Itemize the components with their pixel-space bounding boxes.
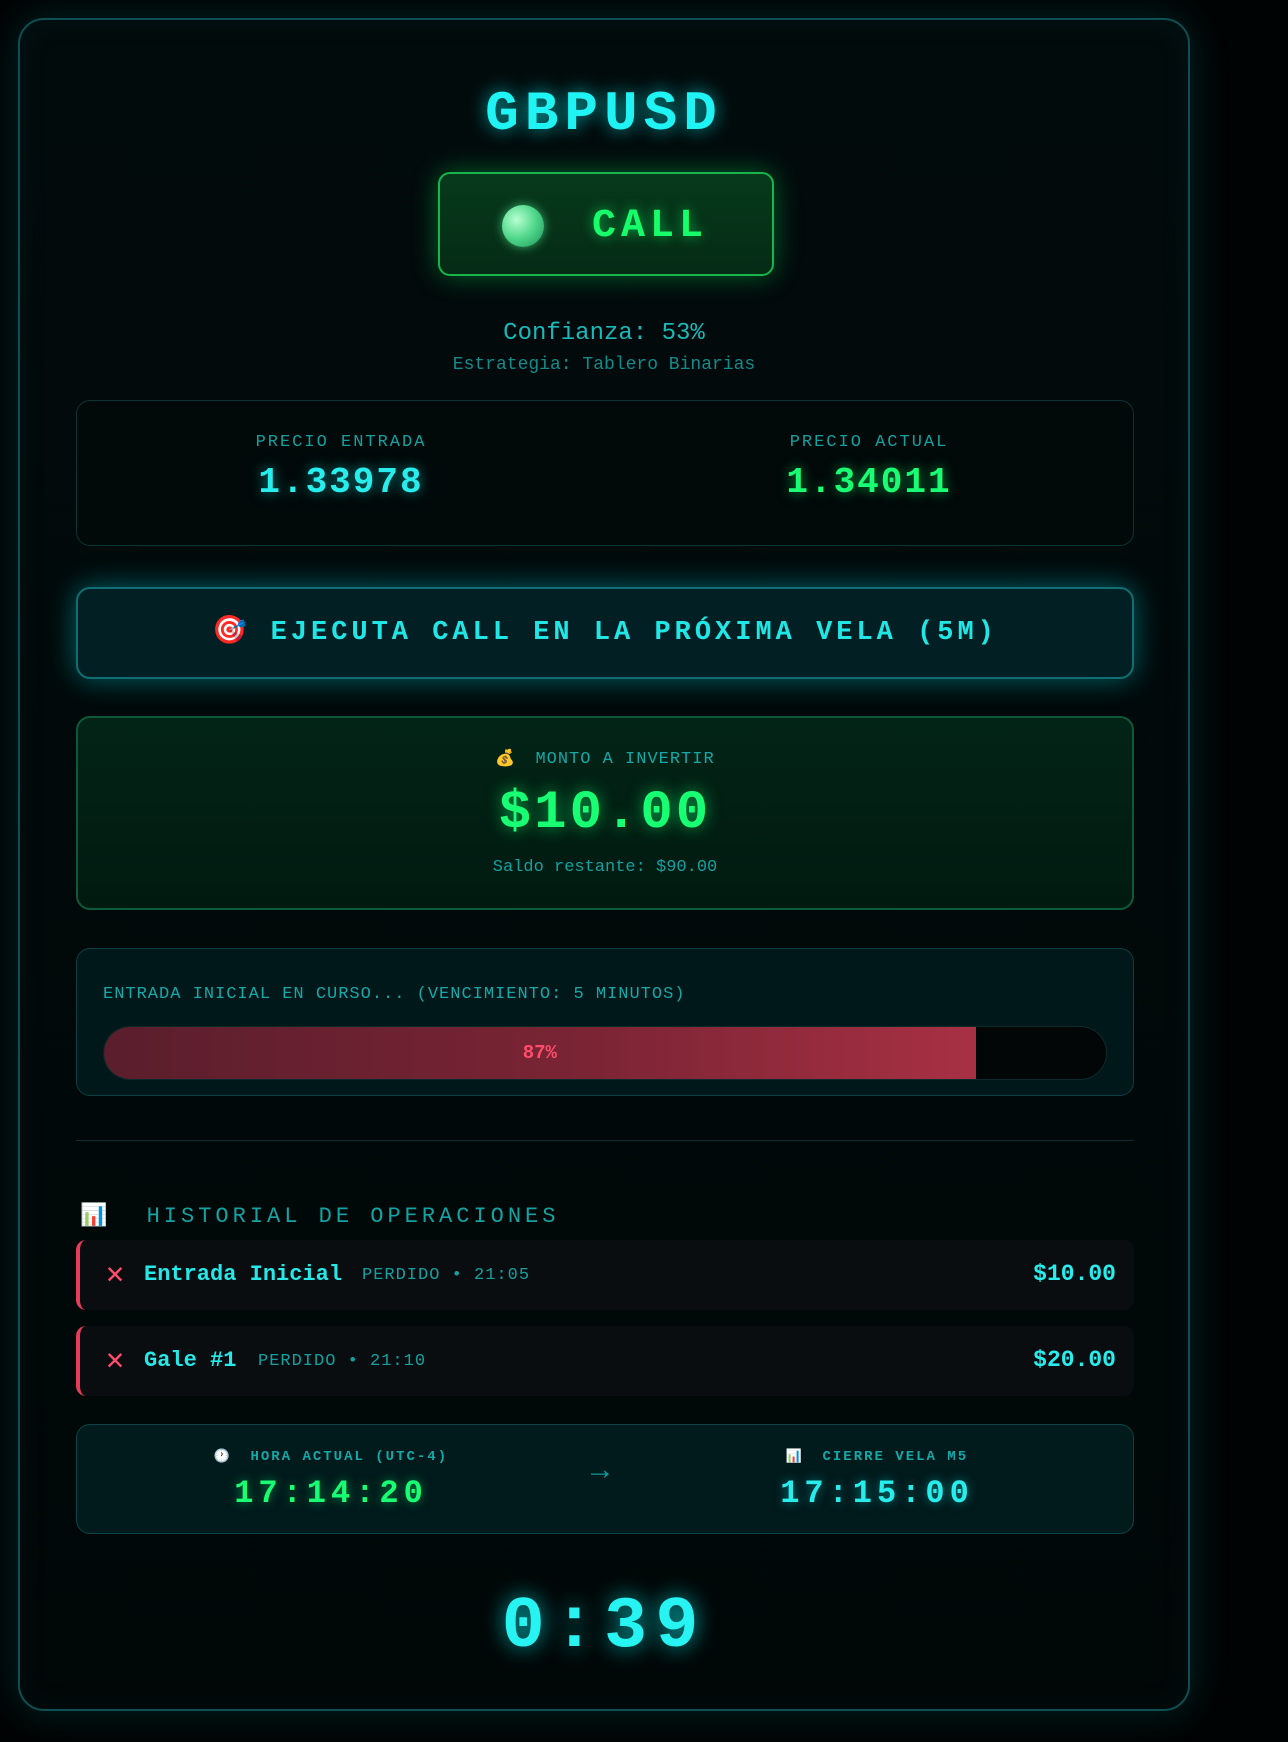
divider bbox=[76, 1140, 1134, 1141]
bar-chart-icon: 📊 bbox=[80, 1204, 112, 1229]
execute-text: EJECUTA CALL EN LA PRÓXIMA VELA (5M) bbox=[270, 618, 998, 648]
chart-icon: 📊 bbox=[785, 1449, 805, 1464]
signal-dot-icon bbox=[502, 205, 544, 247]
entry-price-value: 1.33978 bbox=[258, 462, 424, 503]
current-time-label-row: 🕐 HORA ACTUAL (UTC-4) bbox=[181, 1449, 481, 1465]
progress-percent: 87% bbox=[522, 1042, 557, 1064]
x-icon: ✕ bbox=[106, 1259, 125, 1293]
history-item[interactable]: ✕ Entrada Inicial PERDIDO • 21:05 $10.00 bbox=[76, 1240, 1134, 1310]
target-icon: 🎯 bbox=[212, 617, 247, 648]
progress-bar: 87% bbox=[103, 1026, 1107, 1080]
current-price-value: 1.34011 bbox=[786, 462, 952, 503]
current-time-value: 17:14:20 bbox=[234, 1475, 428, 1512]
signal-card: GBPUSD CALL Confianza: 53% Estrategia: T… bbox=[18, 18, 1190, 1711]
candle-close-label-row: 📊 CIERRE VELA M5 bbox=[727, 1449, 1027, 1465]
history-item-amount: $10.00 bbox=[1033, 1261, 1116, 1287]
x-icon: ✕ bbox=[106, 1345, 125, 1379]
prices-panel: PRECIO ENTRADA 1.33978 PRECIO ACTUAL 1.3… bbox=[76, 400, 1134, 546]
execute-banner: 🎯 EJECUTA CALL EN LA PRÓXIMA VELA (5M) bbox=[76, 587, 1134, 679]
history-item-amount: $20.00 bbox=[1033, 1347, 1116, 1373]
progress-panel: ENTRADA INICIAL EN CURSO... (VENCIMIENTO… bbox=[76, 948, 1134, 1096]
history-title: HISTORIAL DE OPERACIONES bbox=[146, 1204, 560, 1229]
countdown-timer: 0:39 bbox=[501, 1586, 707, 1668]
current-time-label: HORA ACTUAL (UTC-4) bbox=[250, 1449, 449, 1465]
invest-amount: $10.00 bbox=[498, 783, 712, 844]
history-item-name: Gale #1 bbox=[144, 1348, 237, 1373]
strategy-text: Estrategia: Tablero Binarias bbox=[452, 355, 756, 375]
progress-label: ENTRADA INICIAL EN CURSO... (VENCIMIENTO… bbox=[103, 985, 686, 1004]
invest-panel: 💰 MONTO A INVERTIR $10.00 Saldo restante… bbox=[76, 716, 1134, 910]
confidence-text: Confianza: 53% bbox=[503, 320, 705, 347]
money-bag-icon: 💰 bbox=[495, 750, 517, 768]
entry-price-block: PRECIO ENTRADA 1.33978 bbox=[77, 401, 605, 503]
pair-title: GBPUSD bbox=[485, 82, 723, 146]
invest-label-row: 💰 MONTO A INVERTIR bbox=[78, 748, 1132, 769]
history-item[interactable]: ✕ Gale #1 PERDIDO • 21:10 $20.00 bbox=[76, 1326, 1134, 1396]
time-panel: 🕐 HORA ACTUAL (UTC-4) 17:14:20 → 📊 CIERR… bbox=[76, 1424, 1134, 1534]
arrow-right-icon: → bbox=[591, 1455, 610, 1489]
current-price-block: PRECIO ACTUAL 1.34011 bbox=[605, 401, 1133, 503]
entry-price-label: PRECIO ENTRADA bbox=[255, 433, 427, 452]
history-title-row: 📊 HISTORIAL DE OPERACIONES bbox=[80, 1203, 559, 1229]
signal-direction: CALL bbox=[592, 204, 709, 249]
history-item-name: Entrada Inicial bbox=[144, 1262, 343, 1287]
candle-close-value: 17:15:00 bbox=[780, 1475, 974, 1512]
history-item-meta: PERDIDO • 21:05 bbox=[362, 1266, 531, 1285]
history-item-meta: PERDIDO • 21:10 bbox=[258, 1352, 427, 1371]
remaining-balance: Saldo restante: $90.00 bbox=[492, 858, 718, 877]
signal-call-badge: CALL bbox=[438, 172, 774, 276]
candle-close-label: CIERRE VELA M5 bbox=[822, 1449, 969, 1465]
clock-icon: 🕐 bbox=[213, 1449, 233, 1464]
current-price-label: PRECIO ACTUAL bbox=[789, 433, 949, 452]
candle-close-block: 📊 CIERRE VELA M5 17:15:00 bbox=[727, 1425, 1027, 1512]
invest-label: MONTO A INVERTIR bbox=[535, 750, 715, 769]
current-time-block: 🕐 HORA ACTUAL (UTC-4) 17:14:20 bbox=[181, 1425, 481, 1512]
